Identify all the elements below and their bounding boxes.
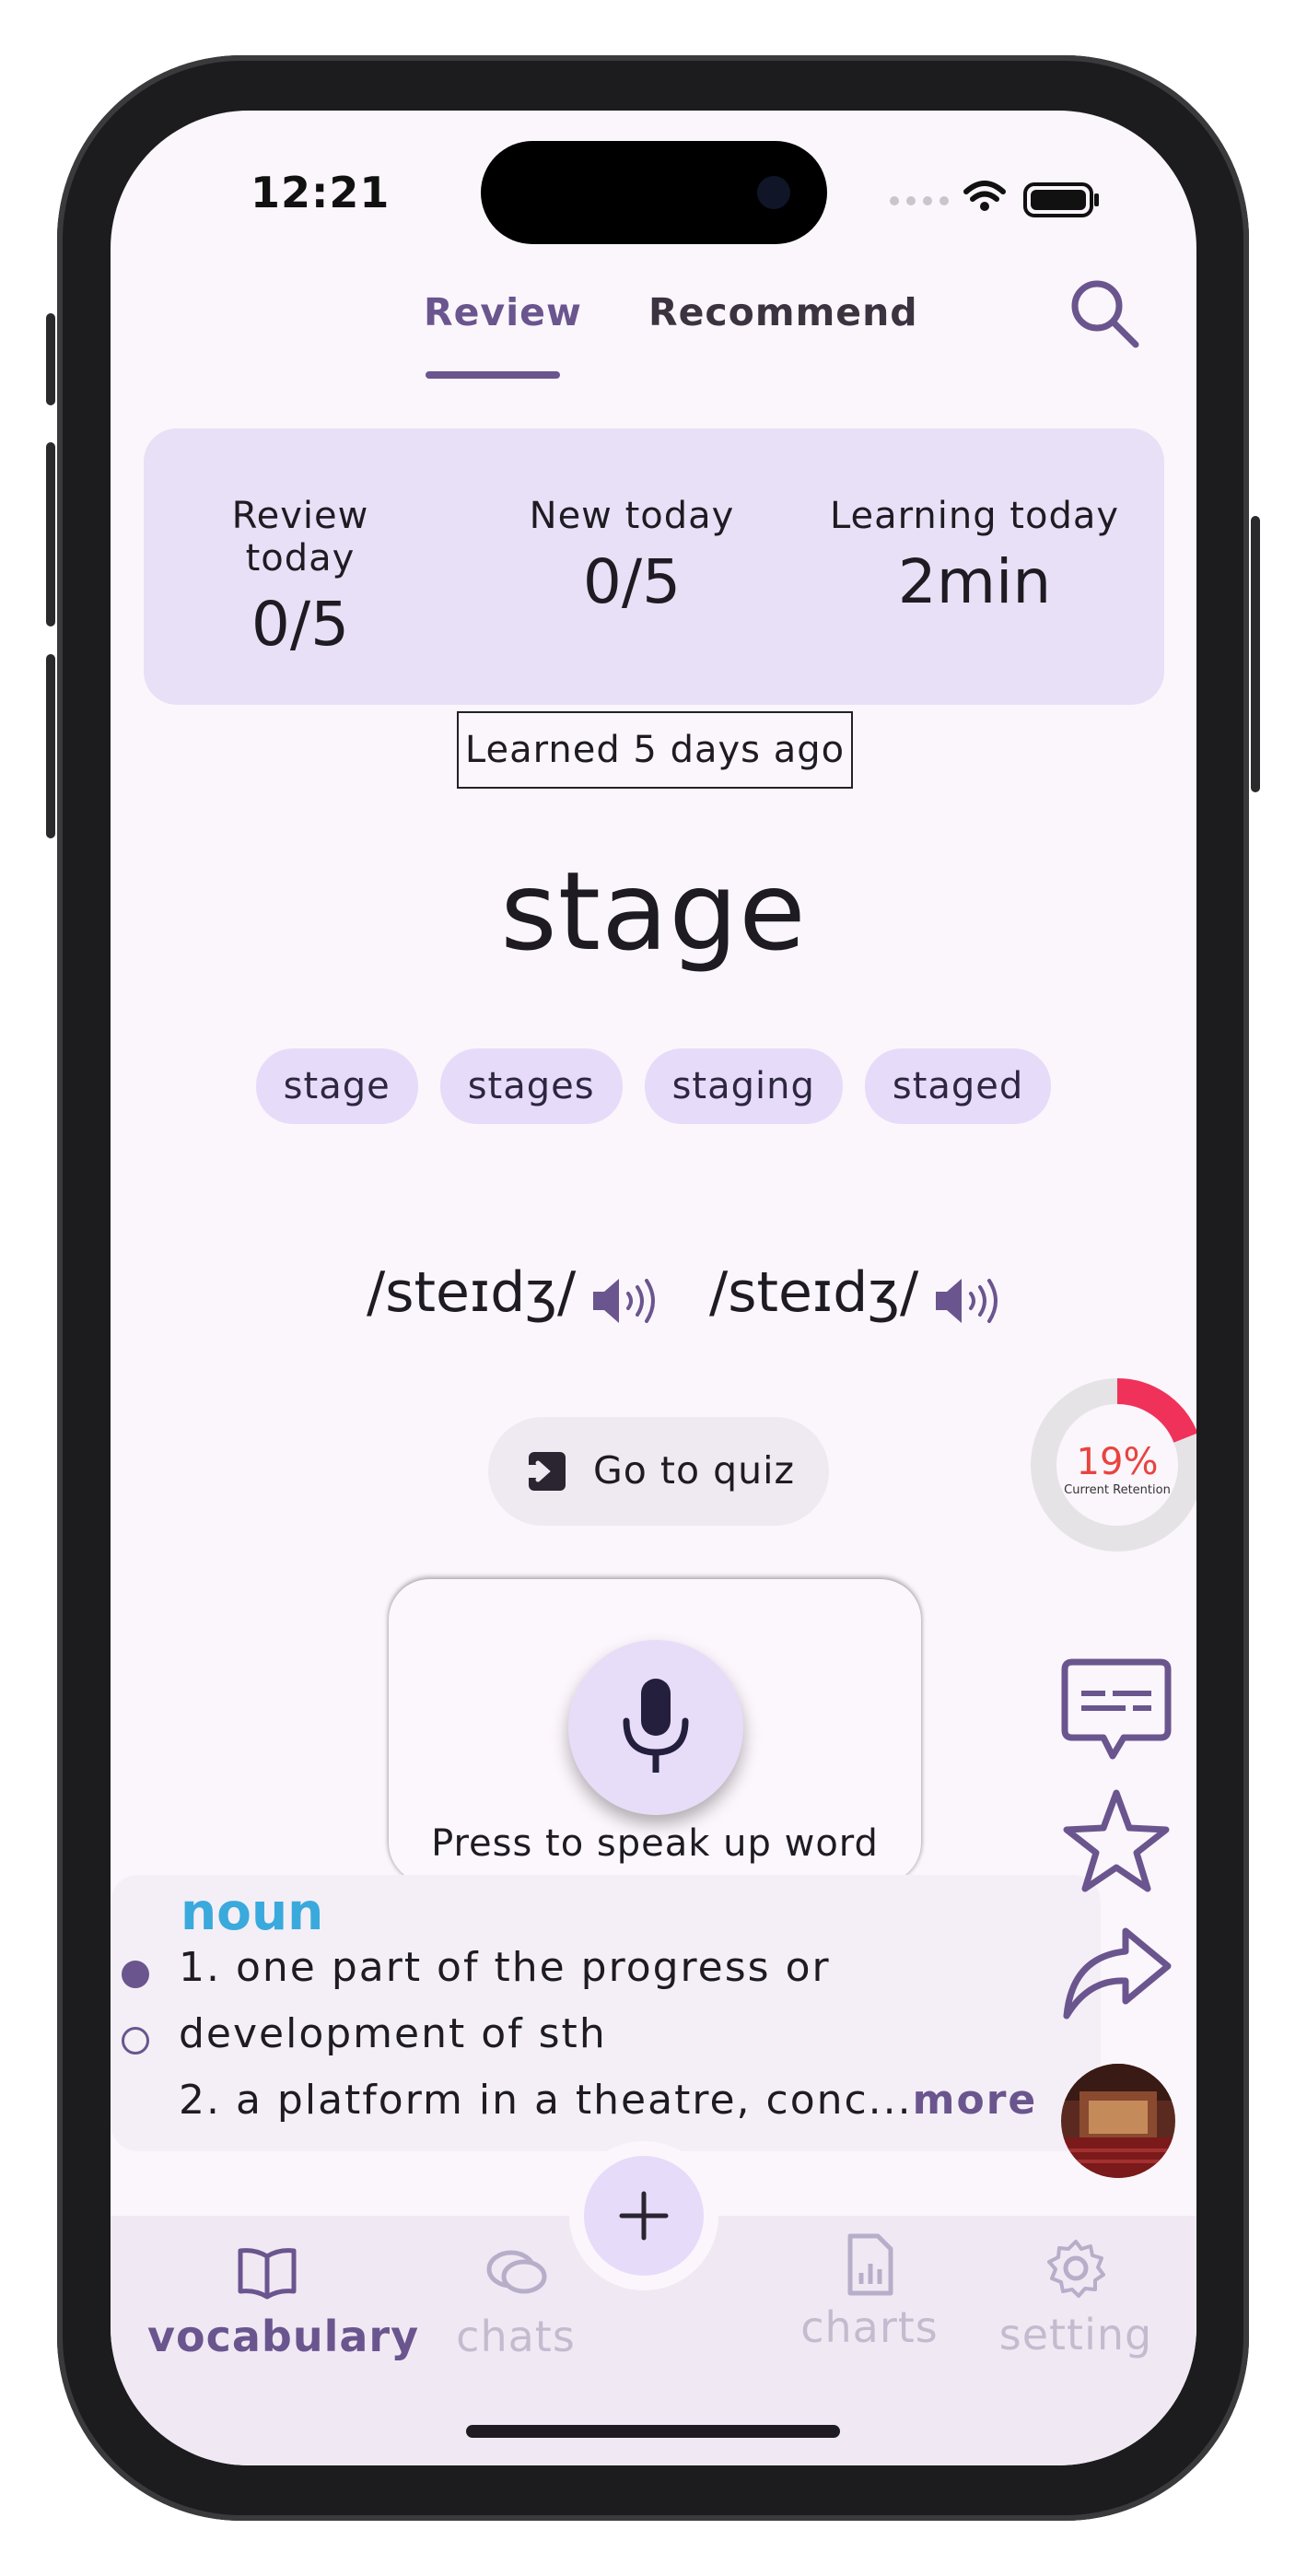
stat-label: Review today — [231, 495, 369, 580]
phonetic-us: /steɪdʒ/ — [709, 1260, 919, 1325]
word-title: stage — [500, 848, 807, 975]
word-forms: stage stages staging staged — [111, 1048, 1196, 1124]
definition-line-2: development of sth — [179, 2010, 607, 2057]
speaker-us-button[interactable] — [932, 1273, 1006, 1332]
theatre-image-icon — [1061, 2064, 1175, 2178]
stat-review-today: Review today 0/5 — [181, 495, 420, 660]
wifi-icon — [963, 181, 1006, 202]
chat-bubbles-icon — [486, 2250, 547, 2294]
notes-button[interactable] — [1059, 1657, 1173, 1771]
power-button — [1251, 516, 1260, 792]
nav-charts[interactable]: charts — [750, 2232, 989, 2352]
part-of-speech: noun — [181, 1882, 324, 1941]
mic-button[interactable] — [568, 1640, 743, 1815]
page-dot-active[interactable] — [122, 1961, 149, 1988]
nav-chats[interactable]: chats — [396, 2245, 636, 2361]
tab-review[interactable]: Review — [424, 290, 582, 334]
word-image-thumbnail[interactable] — [1061, 2064, 1175, 2178]
book-icon — [238, 2248, 297, 2300]
add-button[interactable] — [584, 2156, 704, 2276]
speak-card: Press to speak up word — [389, 1579, 921, 1883]
nav-label: charts — [800, 2302, 939, 2352]
signal-icon — [890, 196, 949, 205]
go-to-quiz-button[interactable]: Go to quiz — [488, 1417, 829, 1526]
quiz-button-label: Go to quiz — [593, 1448, 796, 1493]
speaker-uk-button[interactable] — [589, 1273, 663, 1332]
retention-caption: Current Retention — [1064, 1483, 1171, 1497]
volume-up-button — [46, 442, 55, 626]
share-button[interactable] — [1059, 1924, 1173, 2029]
retention-percent: 19% — [1077, 1441, 1159, 1483]
nav-vocabulary[interactable]: vocabulary — [147, 2245, 420, 2361]
phonetic-uk: /steɪdʒ/ — [367, 1260, 577, 1325]
definition-line-3-text: 2. a platform in a theatre, conc... — [179, 2077, 913, 2124]
stat-label: New today — [529, 495, 735, 537]
side-button — [46, 313, 55, 405]
status-icons — [887, 173, 1108, 223]
nav-label: setting — [998, 2310, 1153, 2359]
home-indicator[interactable] — [466, 2425, 840, 2438]
nav-label: vocabulary — [147, 2312, 420, 2361]
definition-line-3: 2. a platform in a theatre, conc...more — [179, 2077, 1037, 2124]
speaker-icon — [593, 1279, 655, 1323]
speaker-icon — [936, 1279, 998, 1323]
learned-label: Learned 5 days ago — [457, 711, 853, 789]
gear-icon — [1047, 2240, 1105, 2298]
volume-down-button — [46, 654, 55, 838]
top-tabs: Review Recommend — [111, 290, 1196, 373]
stat-label: Learning today — [829, 495, 1120, 537]
definition-line-1: 1. one part of the progress or — [179, 1944, 831, 1991]
word-form-chip[interactable]: staging — [644, 1048, 843, 1124]
more-link[interactable]: more — [913, 2077, 1038, 2124]
message-icon — [1061, 1658, 1172, 1760]
dynamic-island — [481, 141, 827, 244]
stat-value: 0/5 — [582, 546, 682, 617]
word-form-chip[interactable]: stage — [255, 1048, 418, 1124]
stat-new-today: New today 0/5 — [512, 495, 752, 617]
speak-label: Press to speak up word — [431, 1822, 879, 1865]
favorite-button[interactable] — [1059, 1787, 1173, 1902]
word-form-chip[interactable]: staged — [864, 1048, 1052, 1124]
nav-label: chats — [456, 2312, 576, 2361]
retention-gauge[interactable]: 19% Current Retention — [1030, 1377, 1196, 1552]
search-icon — [1071, 280, 1139, 348]
stat-value: 0/5 — [251, 589, 350, 660]
page-dot[interactable] — [122, 2027, 149, 2055]
word-form-chip[interactable]: stages — [439, 1048, 623, 1124]
star-icon — [1063, 1789, 1170, 1892]
share-icon — [1063, 1927, 1172, 2020]
tab-recommend[interactable]: Recommend — [648, 290, 918, 334]
daily-stats-card: Review today 0/5 New today 0/5 Learning … — [144, 428, 1164, 705]
app-screen: 12:21 Review Recommend Review today 0/5 … — [111, 111, 1196, 2465]
microphone-icon — [623, 1679, 689, 1773]
search-button[interactable] — [1066, 275, 1143, 352]
status-time: 12:21 — [251, 168, 391, 217]
stat-value: 2min — [897, 546, 1052, 617]
tab-active-indicator — [426, 371, 560, 379]
chart-file-icon — [847, 2233, 893, 2296]
enter-icon — [523, 1452, 566, 1491]
stat-learning-today: Learning today 2min — [827, 495, 1122, 617]
battery-icon — [1023, 182, 1099, 217]
nav-setting[interactable]: setting — [956, 2238, 1196, 2359]
plus-icon — [619, 2191, 669, 2241]
